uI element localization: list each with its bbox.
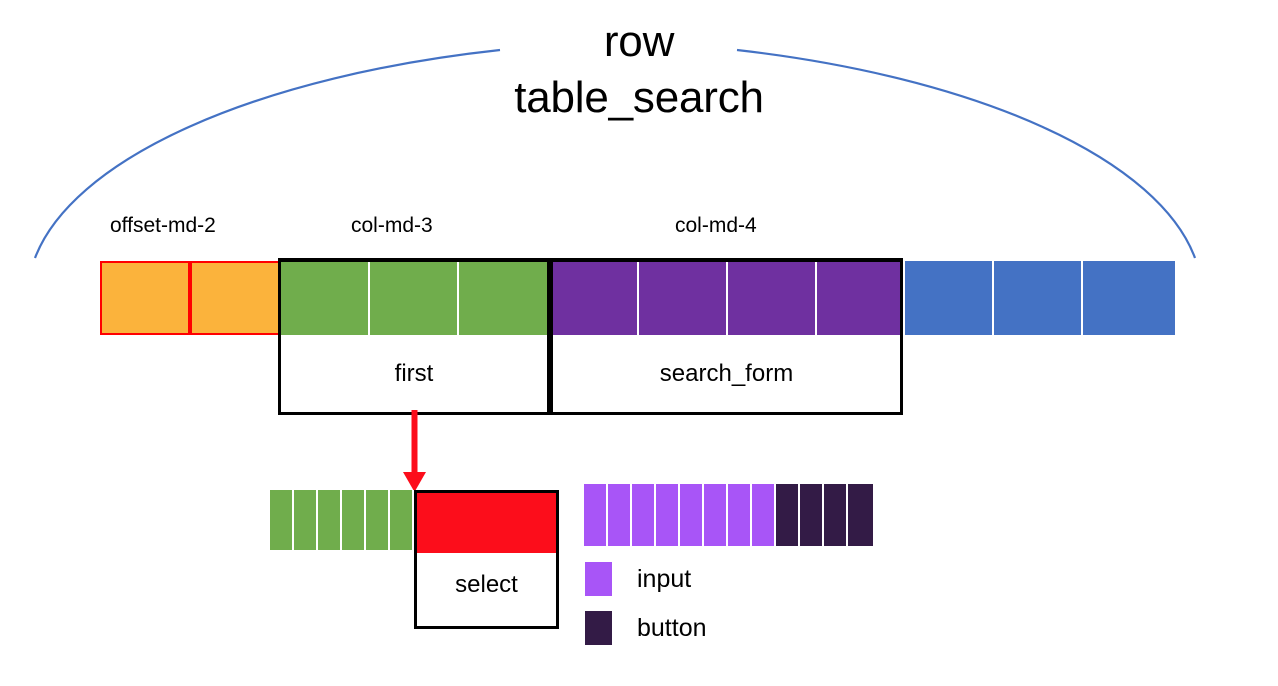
- legend-label-input: input: [637, 565, 692, 593]
- grid-cell-col-md-4-c[interactable]: [728, 261, 817, 335]
- column-label-col-md-3: col-md-3: [351, 213, 433, 239]
- form-strip-cell-button[interactable]: [800, 484, 824, 546]
- grid-cell-col-md-3-b[interactable]: [370, 261, 459, 335]
- form-strip-cell-button[interactable]: [776, 484, 800, 546]
- grid-cell-col-md-3-c[interactable]: [459, 261, 549, 335]
- diagram-canvas: row table_search offset-md-2 col-md-3 co…: [0, 0, 1278, 686]
- form-strip-cell-input[interactable]: [656, 484, 680, 546]
- legend-swatch-input-icon: [585, 562, 612, 596]
- form-strip-cell-input[interactable]: [680, 484, 704, 546]
- page-title-table-search: table_search: [0, 72, 1278, 124]
- grid-cell-rest-b[interactable]: [994, 261, 1083, 335]
- form-strip-cell-input[interactable]: [728, 484, 752, 546]
- column-label-offset-md-2: offset-md-2: [110, 213, 216, 239]
- page-title-row-text: row: [603, 17, 675, 66]
- column-label-offset-md-2-text: offset-md-2: [110, 214, 216, 237]
- form-strip-cell-input[interactable]: [584, 484, 608, 546]
- spellcheck-squiggle-icon: [658, 383, 795, 390]
- legend-item-button: button: [585, 611, 805, 647]
- sub-grid-cell[interactable]: [270, 490, 294, 550]
- spellcheck-squiggle-icon: [512, 118, 766, 125]
- grid-cell-col-md-4-d[interactable]: [817, 261, 903, 335]
- group-box-search-form-label: search_form: [553, 359, 900, 389]
- select-box[interactable]: select: [414, 490, 559, 629]
- group-box-top-rule: [278, 258, 903, 262]
- form-strip-cell-button[interactable]: [824, 484, 848, 546]
- red-arrow-icon: [403, 410, 426, 492]
- sub-grid-cell[interactable]: [294, 490, 318, 550]
- sub-grid-cell[interactable]: [390, 490, 414, 550]
- sub-grid-cell[interactable]: [342, 490, 366, 550]
- grid-cell-offset-1[interactable]: [100, 261, 190, 335]
- form-strip-cell-button[interactable]: [848, 484, 873, 546]
- form-strip-cell-input[interactable]: [704, 484, 728, 546]
- select-box-label: select: [455, 571, 518, 598]
- legend-item-input: input: [585, 562, 805, 598]
- grid-cell-col-md-4-a[interactable]: [550, 261, 639, 335]
- grid-cell-rest-c[interactable]: [1083, 261, 1175, 335]
- page-title-table-search-text: table_search: [514, 73, 764, 122]
- grid-cell-rest-a[interactable]: [905, 261, 994, 335]
- form-strip-cell-input[interactable]: [632, 484, 656, 546]
- legend-label-button: button: [637, 614, 707, 642]
- form-strip-cell-input[interactable]: [752, 484, 776, 546]
- legend-swatch-button-icon: [585, 611, 612, 645]
- group-box-first-label: first: [394, 360, 434, 387]
- select-highlight: [417, 493, 556, 553]
- column-label-col-md-3-text: col-md-3: [351, 214, 433, 237]
- sub-grid-cell[interactable]: [318, 490, 342, 550]
- grid-cell-col-md-3-a[interactable]: [281, 261, 370, 335]
- grid-cell-offset-2[interactable]: [190, 261, 280, 335]
- sub-grid-cell[interactable]: [366, 490, 390, 550]
- column-label-col-md-4-text: col-md-4: [675, 214, 757, 237]
- column-label-col-md-4: col-md-4: [675, 213, 757, 239]
- grid-cell-col-md-4-b[interactable]: [639, 261, 728, 335]
- form-strip-cell-input[interactable]: [608, 484, 632, 546]
- page-title-row: row: [0, 16, 1278, 68]
